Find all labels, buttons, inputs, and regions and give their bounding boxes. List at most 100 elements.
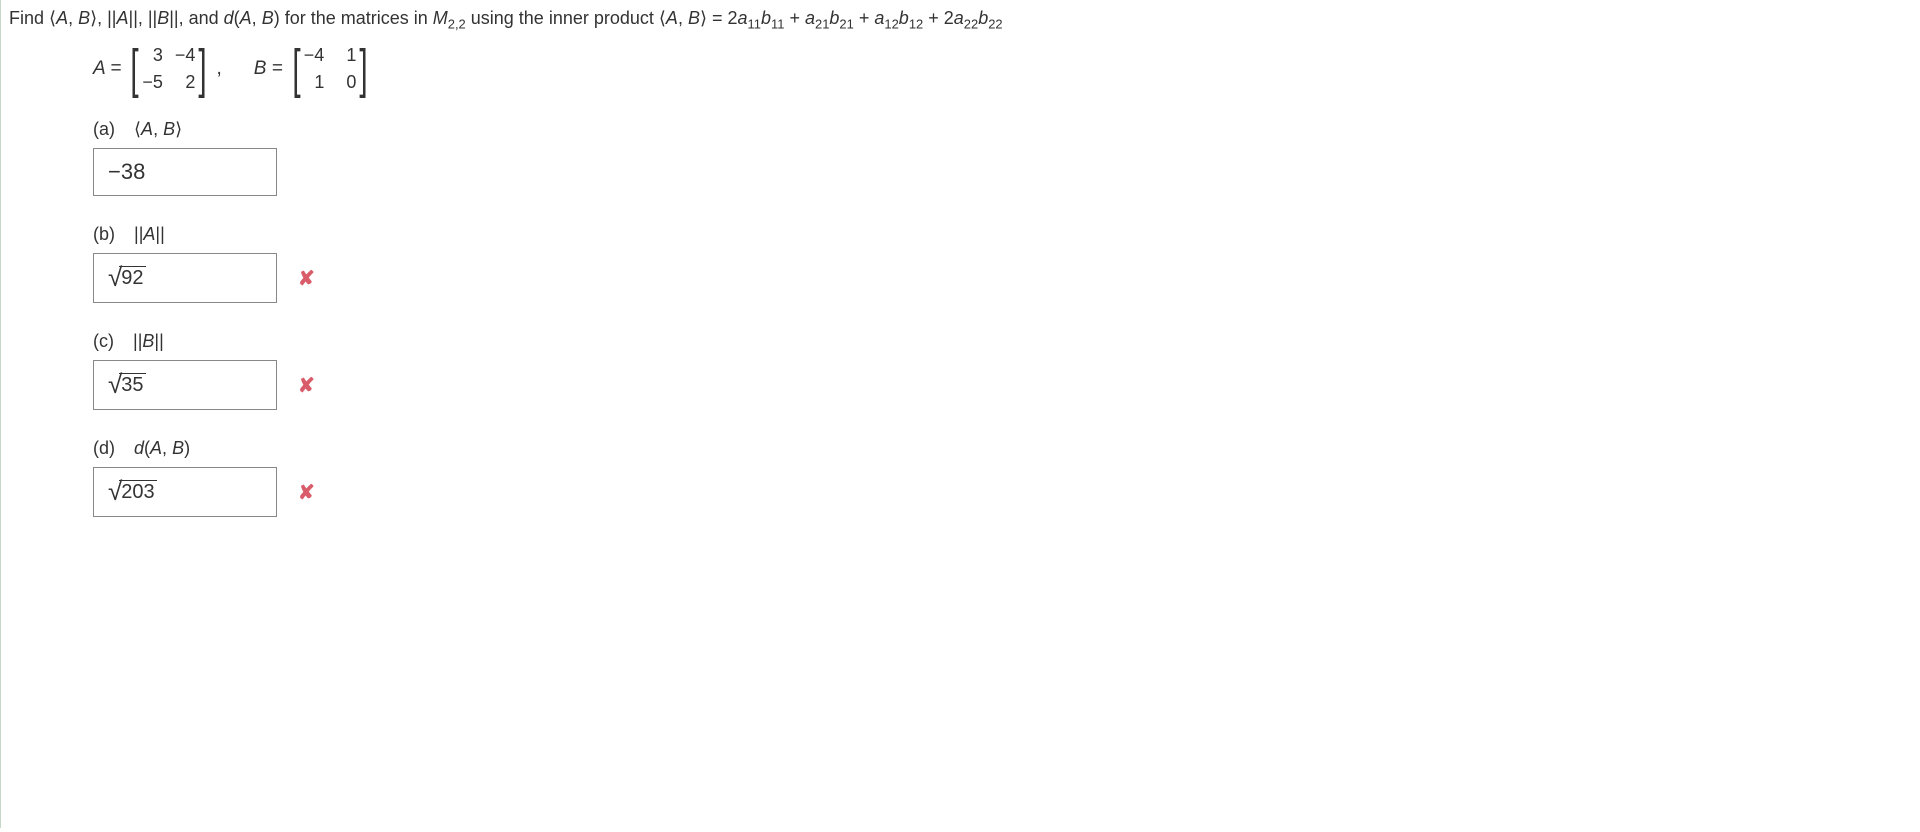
matrix-definitions: A = [ 3 −4 −5 2 ] , B = [ −4 1 1 0 ] bbox=[93, 45, 1912, 93]
var-a-2: A bbox=[117, 8, 129, 28]
b22: 0 bbox=[336, 72, 356, 93]
var-b: B bbox=[172, 438, 184, 458]
m-sub: 2,2 bbox=[448, 17, 466, 32]
incorrect-icon: ✘ bbox=[298, 373, 315, 398]
bracket-left-icon: [ bbox=[292, 47, 300, 91]
radicand: 35 bbox=[119, 373, 145, 397]
s21: 21 bbox=[815, 17, 829, 32]
plus2: + bbox=[854, 8, 875, 28]
sqrt-icon: √ 92 bbox=[108, 264, 146, 290]
part-c-label: (c) ||B|| bbox=[93, 331, 1912, 352]
var-a: A bbox=[56, 8, 68, 28]
part-d: (d) d(A, B) √ 203 ✘ bbox=[93, 438, 1912, 517]
radicand: 92 bbox=[119, 266, 145, 290]
norms-mid: ||, || bbox=[129, 8, 158, 28]
part-number: (a) bbox=[93, 119, 115, 139]
s12: 11 bbox=[771, 17, 784, 32]
angle-close-norms: ⟩, || bbox=[90, 8, 116, 28]
s31: 12 bbox=[884, 17, 898, 32]
part-b-label: (b) ||A|| bbox=[93, 224, 1912, 245]
paren-close: ) bbox=[184, 438, 190, 458]
t22: b bbox=[829, 8, 839, 28]
norm-open: || bbox=[133, 331, 142, 351]
answer-input-c[interactable]: √ 35 bbox=[93, 360, 277, 410]
answer-input-a[interactable]: −38 bbox=[93, 148, 277, 196]
norms-end: ||, and bbox=[169, 8, 223, 28]
var-a-4: A bbox=[666, 8, 678, 28]
var-b: B bbox=[142, 331, 154, 351]
t21: a bbox=[805, 8, 815, 28]
matrix-b: [ −4 1 1 0 ] bbox=[289, 45, 372, 93]
var-a-3: A bbox=[240, 8, 252, 28]
matrix-a: [ 3 −4 −5 2 ] bbox=[127, 45, 210, 93]
var-m: M bbox=[433, 8, 448, 28]
angle-close-eq: ⟩ = 2 bbox=[700, 8, 738, 28]
part-number: (c) bbox=[93, 331, 114, 351]
t12: b bbox=[761, 8, 771, 28]
var-b-2: B bbox=[157, 8, 169, 28]
angle-open: ⟨ bbox=[49, 8, 56, 28]
part-number: (b) bbox=[93, 224, 115, 244]
norm-close: || bbox=[154, 331, 163, 351]
a22: 2 bbox=[175, 72, 196, 93]
s22: 21 bbox=[839, 17, 853, 32]
b21: 1 bbox=[304, 72, 325, 93]
t41: a bbox=[954, 8, 964, 28]
sqrt-icon: √ 203 bbox=[108, 478, 157, 504]
matrix-sep: , bbox=[216, 58, 221, 80]
a12: −4 bbox=[175, 45, 196, 66]
norm-open: || bbox=[134, 224, 143, 244]
s42: 22 bbox=[988, 17, 1002, 32]
answer-input-d[interactable]: √ 203 bbox=[93, 467, 277, 517]
prompt-text: Find bbox=[9, 8, 49, 28]
angle-open: ⟨ bbox=[134, 119, 141, 139]
comma: , bbox=[162, 438, 172, 458]
a21: −5 bbox=[142, 72, 163, 93]
var-d: d bbox=[224, 8, 234, 28]
var-b: B bbox=[163, 119, 175, 139]
s11: 11 bbox=[748, 17, 761, 32]
part-d-label: (d) d(A, B) bbox=[93, 438, 1912, 459]
incorrect-icon: ✘ bbox=[298, 266, 315, 291]
var-b-4: B bbox=[688, 8, 700, 28]
answer-input-b[interactable]: √ 92 bbox=[93, 253, 277, 303]
bracket-right-icon: ] bbox=[199, 47, 207, 91]
plus1: + bbox=[784, 8, 805, 28]
b-equals: B = bbox=[254, 58, 283, 80]
sqrt-icon: √ 35 bbox=[108, 371, 146, 397]
part-b: (b) ||A|| √ 92 ✘ bbox=[93, 224, 1912, 303]
bracket-right-icon: ] bbox=[360, 47, 368, 91]
angle-close: ⟩ bbox=[175, 119, 182, 139]
bracket-left-icon: [ bbox=[131, 47, 139, 91]
t42: b bbox=[978, 8, 988, 28]
norm-close: || bbox=[155, 224, 164, 244]
comma-3: , bbox=[678, 8, 688, 28]
a-equals: A = bbox=[93, 58, 121, 80]
t11: a bbox=[738, 8, 748, 28]
var-a: A bbox=[143, 224, 155, 244]
var-a: A bbox=[141, 119, 153, 139]
var-d: d bbox=[134, 438, 144, 458]
b12: 1 bbox=[336, 45, 356, 66]
using: using the inner product bbox=[466, 8, 659, 28]
part-c: (c) ||B|| √ 35 ✘ bbox=[93, 331, 1912, 410]
problem-prompt: Find ⟨A, B⟩, ||A||, ||B||, and d(A, B) f… bbox=[9, 4, 1912, 35]
t31: a bbox=[874, 8, 884, 28]
t32: b bbox=[899, 8, 909, 28]
a11: 3 bbox=[142, 45, 163, 66]
s32: 12 bbox=[909, 17, 923, 32]
var-a: A bbox=[150, 438, 162, 458]
var-b: B bbox=[78, 8, 90, 28]
prompt-mid: ) for the matrices in bbox=[274, 8, 433, 28]
angle-open-2: ⟨ bbox=[659, 8, 666, 28]
part-a: (a) ⟨A, B⟩ −38 bbox=[93, 119, 1912, 196]
incorrect-icon: ✘ bbox=[298, 480, 315, 505]
var-b-3: B bbox=[262, 8, 274, 28]
b11: −4 bbox=[304, 45, 325, 66]
radicand: 203 bbox=[119, 480, 156, 504]
comma-2: , bbox=[252, 8, 262, 28]
part-a-label: (a) ⟨A, B⟩ bbox=[93, 119, 1912, 140]
part-number: (d) bbox=[93, 438, 115, 458]
s41: 22 bbox=[964, 17, 978, 32]
comma: , bbox=[153, 119, 163, 139]
